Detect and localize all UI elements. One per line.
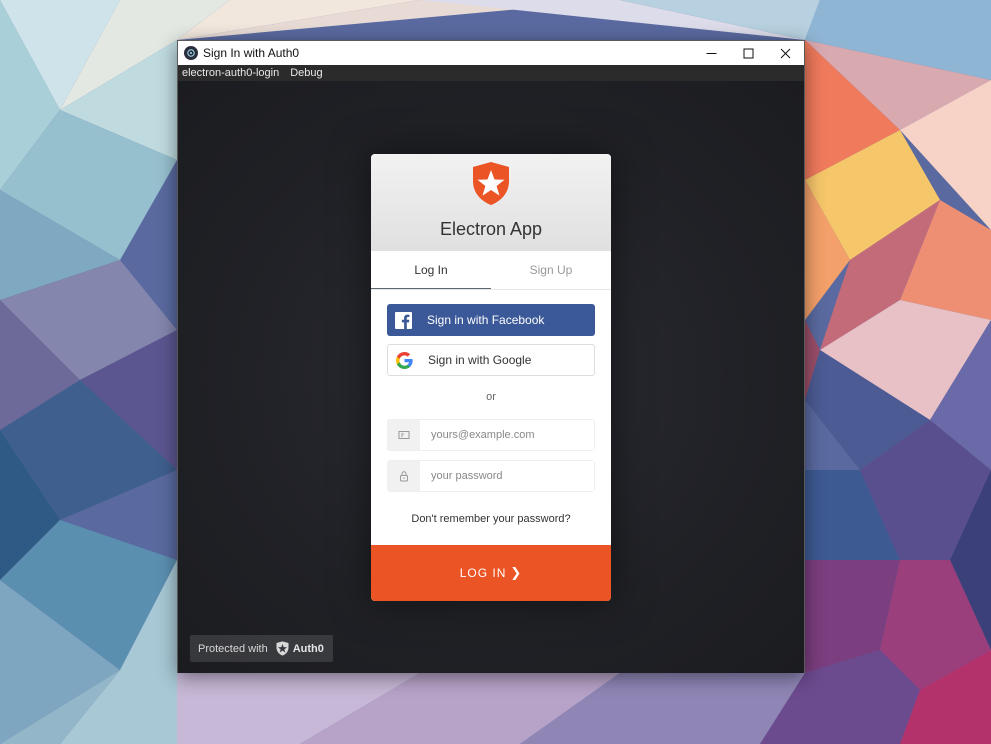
- maximize-icon: [743, 48, 754, 58]
- window-controls: [693, 41, 804, 65]
- window-title: Sign In with Auth0: [203, 46, 300, 60]
- facebook-signin-button[interactable]: Sign in with Facebook: [387, 304, 595, 336]
- email-input[interactable]: [420, 420, 594, 450]
- facebook-signin-label: Sign in with Facebook: [427, 313, 545, 327]
- app-window: Sign In with Auth0 electron-auth0-login …: [177, 40, 805, 673]
- facebook-icon: [387, 304, 419, 336]
- tab-sign-up[interactable]: Sign Up: [491, 251, 611, 289]
- google-signin-button[interactable]: Sign in with Google: [387, 344, 595, 376]
- maximize-button[interactable]: [730, 41, 767, 65]
- auth0-shield-logo: [473, 162, 509, 205]
- email-field: [387, 419, 595, 451]
- email-icon: [388, 420, 420, 450]
- window-titlebar[interactable]: Sign In with Auth0: [178, 41, 804, 65]
- tab-log-in[interactable]: Log In: [371, 251, 491, 289]
- log-in-label: LOG IN: [459, 566, 507, 580]
- protected-with-auth0-badge[interactable]: Protected with Auth0: [190, 635, 333, 662]
- app-name: Electron App: [439, 219, 543, 239]
- login-card: Electron App Log In Sign Up Sign in with…: [371, 154, 611, 601]
- lock-icon: [388, 461, 420, 491]
- forgot-password-link[interactable]: Don't remember your password?: [371, 513, 611, 525]
- minimize-icon: [706, 52, 717, 54]
- lock-header: Electron App: [371, 154, 611, 251]
- password-input[interactable]: [420, 461, 594, 491]
- menu-bar: electron-auth0-login Debug: [178, 65, 804, 81]
- auth-tabs: Log In Sign Up: [371, 251, 611, 290]
- close-icon: [780, 48, 791, 58]
- lock-page: Electron App Log In Sign Up Sign in with…: [178, 81, 804, 673]
- password-field: [387, 460, 595, 492]
- google-signin-label: Sign in with Google: [428, 353, 532, 367]
- auth0-badge-logo-icon: [276, 641, 289, 656]
- menu-app[interactable]: electron-auth0-login: [182, 67, 279, 79]
- badge-prefix: Protected with: [198, 642, 268, 655]
- minimize-button[interactable]: [693, 41, 730, 65]
- close-button[interactable]: [767, 41, 804, 65]
- electron-app-icon: [184, 46, 198, 60]
- google-icon: [388, 344, 420, 376]
- badge-brand: Auth0: [292, 642, 324, 655]
- chevron-right-icon: ❯: [510, 565, 523, 580]
- menu-debug[interactable]: Debug: [290, 67, 322, 79]
- or-separator: or: [486, 391, 496, 403]
- log-in-button[interactable]: LOG IN ❯: [371, 545, 611, 601]
